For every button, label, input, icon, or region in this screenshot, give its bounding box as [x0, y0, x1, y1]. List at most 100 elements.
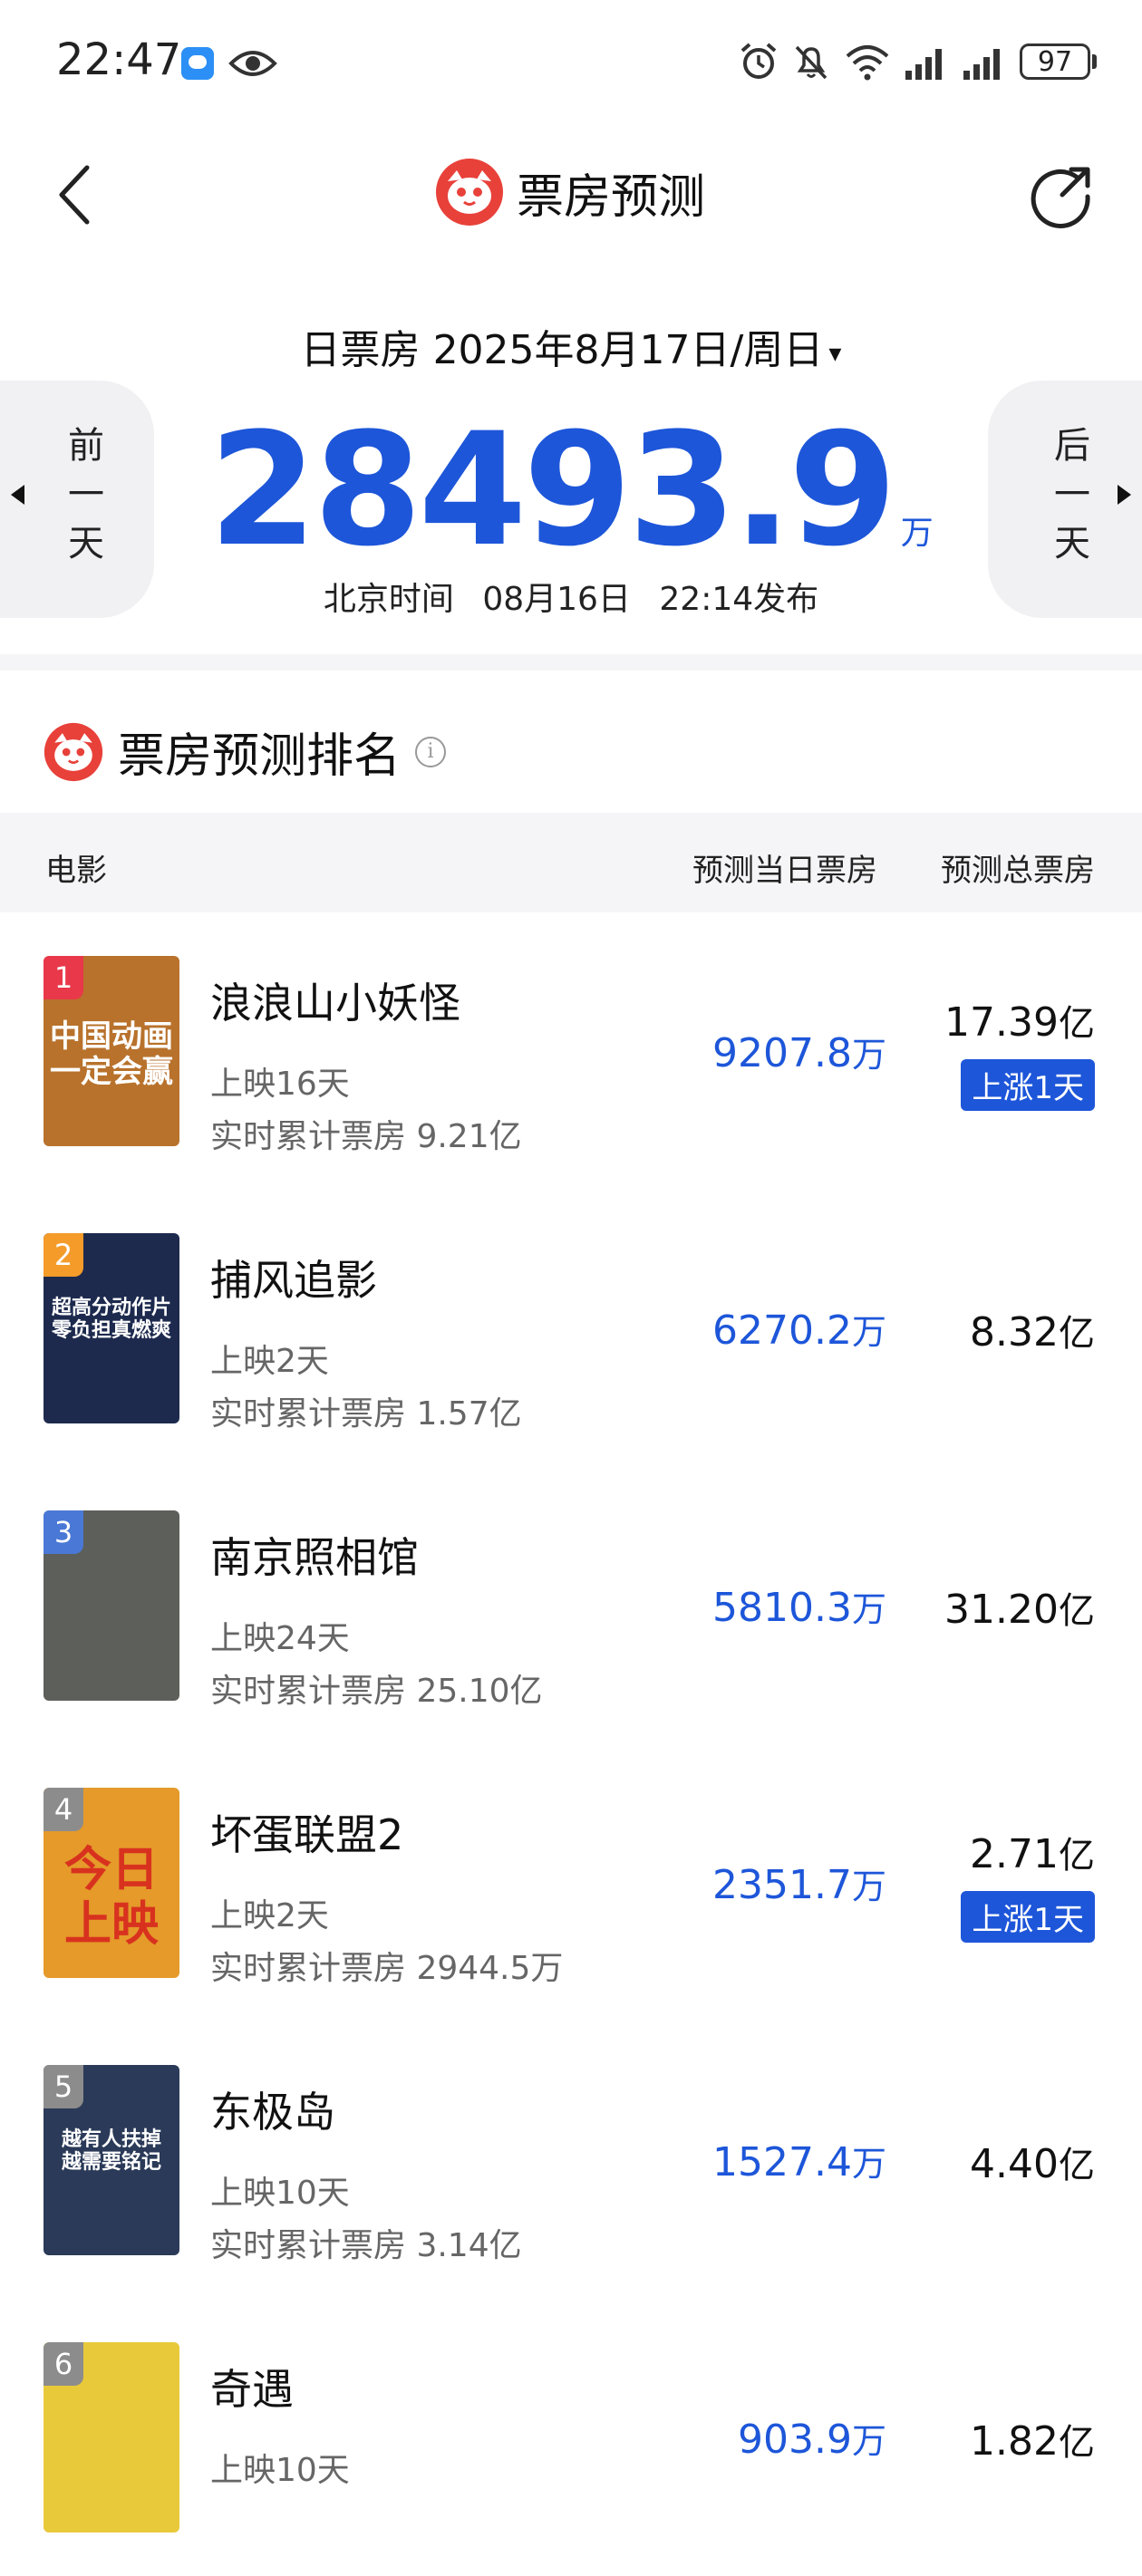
- cumulative-box-office: 实时累计票房 25.10亿: [210, 1673, 543, 1710]
- battery-level: 97: [1020, 43, 1090, 80]
- message-icon: [181, 47, 214, 80]
- movie-poster: 3: [44, 1510, 179, 1701]
- chevron-right-icon: [1118, 485, 1131, 505]
- predicted-total-value: 8.32: [970, 1309, 1059, 1356]
- share-icon: [1031, 167, 1090, 228]
- movie-row[interactable]: 3 南京照相馆 上映24天 实时累计票房 25.10亿 5810.3万 31.20亿: [0, 1467, 1142, 1744]
- battery-icon: 97: [1020, 43, 1097, 80]
- predicted-today-value: 6270.2: [712, 1307, 852, 1354]
- box-office-unit: 万: [900, 515, 934, 552]
- column-header-movie: 电影: [45, 853, 107, 889]
- status-bar: 22:47 97: [0, 0, 1142, 127]
- eye-icon: [228, 47, 277, 80]
- next-day-button[interactable]: 后一天: [988, 381, 1142, 618]
- date-selector[interactable]: 日票房 2025年8月17日/周日 ▾: [0, 317, 1142, 375]
- movie-title: 浪浪山小妖怪: [210, 979, 460, 1028]
- back-button[interactable]: [45, 159, 109, 231]
- cumulative-box-office: 实时累计票房 2944.5万: [210, 1950, 564, 1987]
- movie-title: 东极岛: [210, 2088, 335, 2137]
- predicted-total: 1.82亿: [970, 2413, 1095, 2465]
- predicted-today: 6270.2万: [712, 1304, 886, 1354]
- share-button[interactable]: [1026, 159, 1098, 231]
- app-header: 票房预测: [0, 127, 1142, 263]
- poster-text: 超高分动作片 零负担真燃爽: [51, 1297, 171, 1343]
- date-value: 2025年8月17日/周日: [432, 327, 824, 373]
- predicted-total-value: 31.20: [944, 1587, 1059, 1633]
- movie-poster: 6: [44, 2342, 179, 2533]
- predicted-today-value: 9207.8: [712, 1030, 852, 1076]
- cumulative-box-office: 实时累计票房 3.14亿: [210, 2227, 522, 2264]
- back-icon: [59, 165, 90, 225]
- mute-icon: [795, 45, 827, 80]
- table-header: 电影 预测当日票房 预测总票房: [0, 813, 1142, 912]
- predicted-today-value: 903.9: [738, 2417, 852, 2463]
- movie-row[interactable]: 中国动画 一定会赢 1 浪浪山小妖怪 上映16天 实时累计票房 9.21亿 9207.8万 1…: [0, 912, 1142, 1190]
- release-days: 上映10天: [210, 2452, 350, 2489]
- publish-time: 22:14发布: [659, 581, 819, 618]
- movie-title: 坏蛋联盟2: [210, 1810, 404, 1859]
- rank-badge: 2: [44, 1233, 83, 1277]
- movie-row[interactable]: 越有人扶掉 越需要铭记 5 东极岛 上映10天 实时累计票房 3.14亿 1527.4万 4.…: [0, 2021, 1142, 2299]
- chevron-down-icon: ▾: [828, 337, 842, 368]
- cumulative-box-office: 实时累计票房 1.57亿: [210, 1395, 522, 1433]
- predicted-total-unit: 亿: [1059, 1835, 1095, 1877]
- predicted-total-value: 2.71: [970, 1831, 1059, 1877]
- movie-title: 捕风追影: [210, 1256, 377, 1305]
- movie-title: 奇遇: [210, 2365, 294, 2414]
- predicted-total-value: 4.40: [970, 2141, 1059, 2187]
- cumulative-box-office: 实时累计票房 9.21亿: [210, 1118, 522, 1155]
- publish-info: 北京时间 08月16日 22:14发布: [0, 573, 1142, 620]
- trend-badge: 上涨1天: [961, 1059, 1095, 1111]
- movie-row[interactable]: 超高分动作片 零负担真燃爽 2 捕风追影 上映2天 实时累计票房 1.57亿 6270.2万…: [0, 1190, 1142, 1467]
- movie-row[interactable]: 6 奇遇上映10天 903.9万 1.82亿: [0, 2299, 1142, 2576]
- release-days: 上映16天: [210, 1066, 350, 1103]
- cat-logo-icon: [436, 159, 503, 226]
- predicted-today: 2351.7万: [712, 1858, 886, 1908]
- rank-badge: 4: [44, 1788, 83, 1831]
- prev-day-label: 前一天: [62, 426, 103, 573]
- cat-logo-icon: [44, 722, 103, 781]
- publish-date: 08月16日: [482, 581, 631, 618]
- signal-icon: [905, 49, 942, 80]
- predicted-today-unit: 万: [851, 1589, 886, 1629]
- signal-icon: [963, 49, 1000, 80]
- alarm-icon: [740, 43, 777, 79]
- wifi-icon: [846, 45, 889, 81]
- date-prefix: 日票房: [300, 327, 421, 373]
- rank-badge: 6: [44, 2342, 83, 2386]
- prev-day-button[interactable]: 前一天: [0, 381, 154, 618]
- info-icon[interactable]: i: [415, 736, 447, 767]
- rank-badge: 1: [44, 956, 83, 999]
- predicted-today-value: 1527.4: [712, 2139, 852, 2185]
- predicted-total: 4.40亿: [970, 2136, 1095, 2188]
- predicted-today: 1527.4万: [712, 2136, 886, 2185]
- predicted-total: 17.39亿: [944, 994, 1095, 1047]
- box-office-total: 28493.9 万: [0, 399, 1142, 581]
- movie-poster: 越有人扶掉 越需要铭记 5: [44, 2065, 179, 2255]
- movie-poster: 中国动画 一定会赢 1: [44, 956, 179, 1146]
- predicted-today-unit: 万: [851, 2421, 886, 2461]
- header-brand: 票房预测: [435, 158, 705, 227]
- predicted-total: 31.20亿: [944, 1581, 1095, 1634]
- predicted-total-unit: 亿: [1059, 1003, 1095, 1045]
- release-days: 上映2天: [210, 1897, 329, 1934]
- predicted-total-unit: 亿: [1059, 1590, 1095, 1632]
- column-header-total: 预测总票房: [941, 853, 1095, 889]
- ranking-header: 票房预测排名 i: [44, 718, 447, 786]
- rank-badge: 3: [44, 1510, 83, 1554]
- chevron-left-icon: [11, 485, 24, 505]
- predicted-total: 2.71亿: [970, 1826, 1095, 1878]
- predicted-total: 8.32亿: [970, 1304, 1095, 1356]
- movie-poster: 今日 上映 4: [44, 1788, 179, 1978]
- predicted-today-unit: 万: [851, 2144, 886, 2184]
- predicted-today: 5810.3万: [712, 1581, 886, 1631]
- section-divider: [0, 654, 1142, 671]
- publish-label: 北京时间: [323, 581, 454, 618]
- page-title: 票房预测: [517, 169, 706, 225]
- movie-poster: 超高分动作片 零负担真燃爽 2: [44, 1233, 179, 1423]
- poster-text: 越有人扶掉 越需要铭记: [61, 2128, 161, 2175]
- next-day-label: 后一天: [1048, 426, 1089, 573]
- predicted-total-value: 17.39: [944, 999, 1059, 1046]
- movie-row[interactable]: 今日 上映 4 坏蛋联盟2 上映2天实时累计票房 2944.5万 2351.7万 2.71亿…: [0, 1744, 1142, 2021]
- predicted-today-value: 5810.3: [712, 1585, 852, 1631]
